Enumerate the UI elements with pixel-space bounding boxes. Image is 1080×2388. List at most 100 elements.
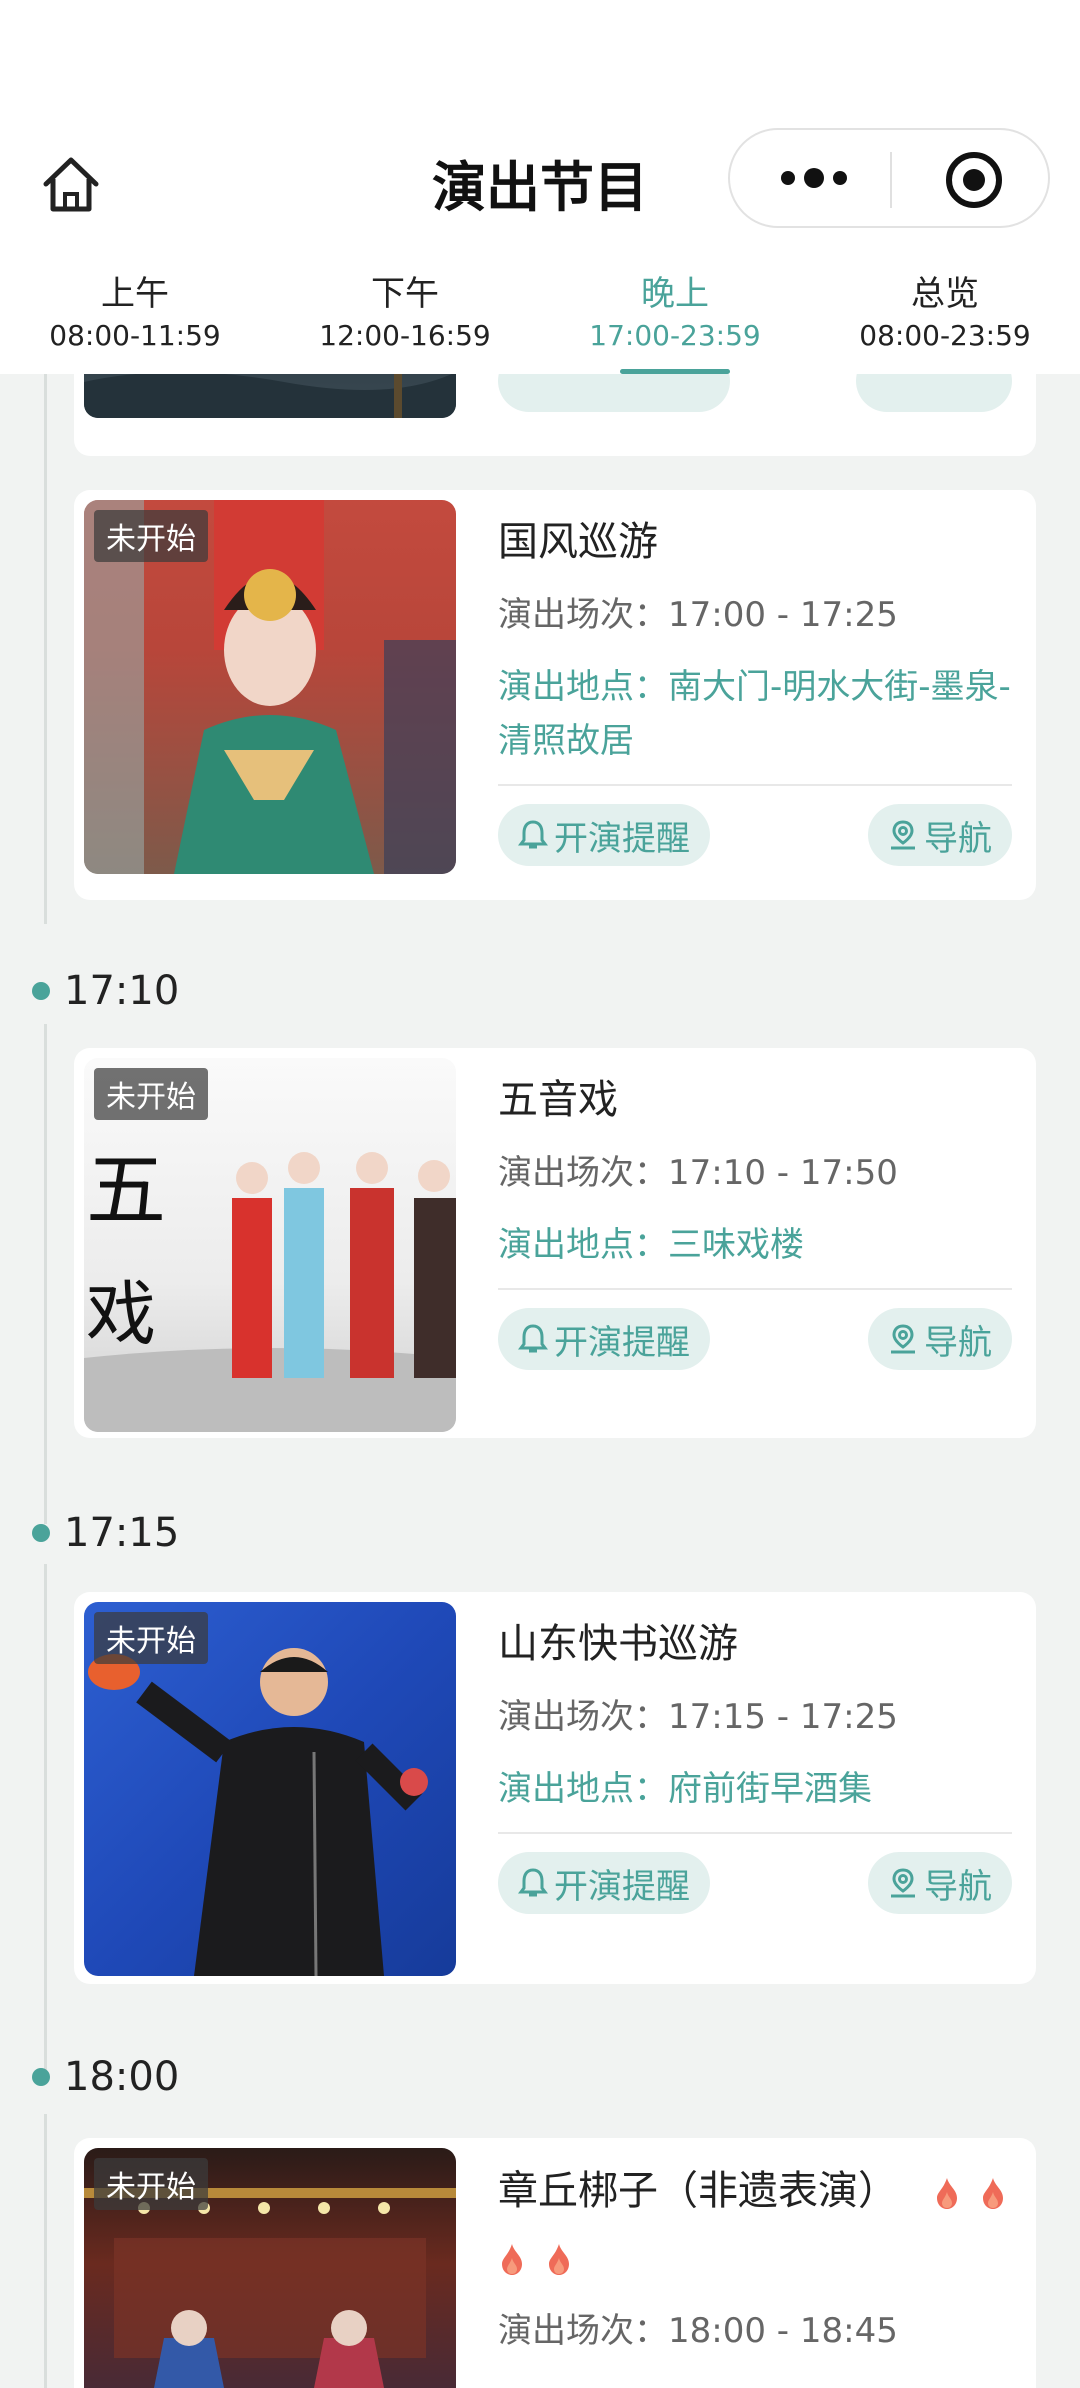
tab-morning[interactable]: 上午 08:00-11:59 — [0, 254, 270, 374]
session-time: 18:00 - 18:45 — [668, 2311, 898, 2351]
show-list[interactable]: 未开始 国风巡游 演出场次：17:00 - 17:25 演出地点：南大门-明水大… — [0, 254, 1080, 2388]
divider — [498, 784, 1012, 786]
status-bar-area — [0, 0, 1080, 120]
divider — [498, 1832, 1012, 1834]
show-card[interactable]: 未开始 国风巡游 演出场次：17:00 - 17:25 演出地点：南大门-明水大… — [74, 490, 1036, 900]
place-prefix: 演出地点： — [498, 1769, 668, 1809]
bell-icon — [518, 1324, 548, 1353]
time-group-label: 17:10 — [64, 968, 180, 1014]
close-target-icon[interactable] — [944, 150, 1004, 210]
show-title: 山东快书巡游 — [498, 1621, 738, 1667]
session-prefix: 演出场次： — [498, 2311, 668, 2351]
location-pin-icon — [891, 1324, 915, 1354]
place-name: 府前街早酒集 — [668, 1769, 872, 1809]
fire-icon — [548, 2244, 569, 2275]
tab-evening[interactable]: 晚上 17:00-23:59 — [540, 254, 810, 374]
remind-button[interactable]: 开演提醒 — [498, 1308, 710, 1370]
show-image: 未开始 — [84, 500, 456, 874]
show-image: 未开始 — [84, 2148, 456, 2388]
show-info: 五音戏 演出场次：17:10 - 17:50 演出地点：三味戏楼 开演提醒 导航 — [498, 1068, 1012, 1370]
tab-label: 总览 — [911, 274, 979, 314]
show-image: 五 戏 未开始 — [84, 1058, 456, 1432]
show-place: 演出地点：府前街早酒集 — [498, 1762, 1012, 1816]
session-time: 17:00 - 17:25 — [668, 595, 898, 635]
timeline-line — [44, 1024, 47, 1524]
timeline-dot — [32, 1524, 50, 1542]
tab-range: 08:00-23:59 — [859, 319, 1031, 352]
show-title: 章丘梆子（非遗表演） — [498, 2168, 898, 2214]
session-time: 17:10 - 17:50 — [668, 1153, 898, 1193]
navigation-bar: 演出节目 — [0, 120, 1080, 254]
time-group-label: 18:00 — [64, 2054, 180, 2100]
show-title: 国风巡游 — [498, 519, 658, 565]
tab-label: 晚上 — [641, 274, 709, 314]
time-group-label: 17:15 — [64, 1510, 180, 1556]
place-prefix: 演出地点： — [498, 1225, 668, 1265]
show-info: 山东快书巡游 演出场次：17:15 - 17:25 演出地点：府前街早酒集 开演… — [498, 1612, 1012, 1914]
show-image: 未开始 — [84, 1602, 456, 1976]
remind-label: 开演提醒 — [554, 1866, 690, 1907]
time-tabs: 上午 08:00-11:59 下午 12:00-16:59 晚上 17:00-2… — [0, 254, 1080, 374]
timeline-dot — [32, 2068, 50, 2086]
bell-icon — [518, 1868, 548, 1897]
capsule-divider — [890, 152, 892, 208]
timeline-line — [44, 2114, 47, 2388]
show-session: 演出场次：17:10 - 17:50 — [498, 1146, 1012, 1200]
status-badge: 未开始 — [94, 510, 208, 562]
tab-label: 上午 — [101, 274, 169, 314]
tab-range: 17:00-23:59 — [589, 319, 761, 352]
show-card[interactable]: 未开始 山东快书巡游 演出场次：17:15 - 17:25 演出地点：府前街早酒… — [74, 1592, 1036, 1984]
show-title-row: 章丘梆子（非遗表演） — [498, 2158, 1012, 2290]
fire-icon — [502, 2244, 522, 2275]
show-info: 国风巡游 演出场次：17:00 - 17:25 演出地点：南大门-明水大街-墨泉… — [498, 510, 1012, 866]
remind-button[interactable]: 开演提醒 — [498, 1852, 710, 1914]
fire-icon — [983, 2178, 1004, 2209]
navigate-label: 导航 — [924, 1322, 992, 1363]
tab-range: 12:00-16:59 — [319, 319, 491, 352]
show-card[interactable]: 未开始 章丘梆子（非遗表演） 演出场次：18:00 - 18:45 — [74, 2138, 1036, 2388]
show-session: 演出场次：17:15 - 17:25 — [498, 1690, 1012, 1744]
session-prefix: 演出场次： — [498, 595, 668, 635]
mini-program-capsule — [728, 128, 1050, 228]
status-badge: 未开始 — [94, 1068, 208, 1120]
remind-button[interactable]: 开演提醒 — [498, 804, 710, 866]
tab-range: 08:00-11:59 — [49, 319, 221, 352]
timeline-line — [44, 1564, 47, 2084]
session-time: 17:15 - 17:25 — [668, 1697, 898, 1737]
show-session: 演出场次：17:00 - 17:25 — [498, 588, 1012, 642]
navigate-label: 导航 — [924, 818, 992, 859]
status-badge: 未开始 — [94, 2158, 208, 2210]
navigate-button[interactable]: 导航 — [868, 1852, 1012, 1914]
place-prefix: 演出地点： — [498, 667, 668, 707]
navigate-button[interactable]: 导航 — [868, 804, 1012, 866]
location-pin-icon — [891, 820, 915, 850]
session-prefix: 演出场次： — [498, 1697, 668, 1737]
place-name: 三味戏楼 — [668, 1225, 804, 1265]
navigate-label: 导航 — [924, 1866, 992, 1907]
svg-text:五: 五 — [86, 1144, 166, 1237]
remind-label: 开演提醒 — [554, 1322, 690, 1363]
show-place: 演出地点：南大门-明水大街-墨泉-清照故居 — [498, 660, 1012, 768]
timeline-dot — [32, 982, 50, 1000]
remind-label: 开演提醒 — [554, 818, 690, 859]
bell-icon — [518, 820, 548, 849]
time-group-header: 17:15 — [32, 1508, 179, 1558]
time-group-header: 18:00 — [32, 2052, 179, 2102]
tab-label: 下午 — [371, 274, 439, 314]
show-place: 演出地点：三味戏楼 — [498, 1218, 1012, 1272]
show-session: 演出场次：18:00 - 18:45 — [498, 2304, 1012, 2358]
status-badge: 未开始 — [94, 1612, 208, 1664]
location-pin-icon — [891, 1868, 915, 1898]
svg-text:戏: 戏 — [86, 1273, 156, 1355]
show-card[interactable]: 五 戏 未开始 五音戏 演出场次：17:10 - 17:50 演出地点：三味戏楼 — [74, 1048, 1036, 1438]
time-group-header: 17:10 — [32, 966, 179, 1016]
show-info: 章丘梆子（非遗表演） 演出场次：18:00 - 18:45 — [498, 2158, 1012, 2358]
tab-overview[interactable]: 总览 08:00-23:59 — [810, 254, 1080, 374]
fire-icon — [936, 2178, 957, 2209]
navigate-button[interactable]: 导航 — [868, 1308, 1012, 1370]
session-prefix: 演出场次： — [498, 1153, 668, 1193]
tab-afternoon[interactable]: 下午 12:00-16:59 — [270, 254, 540, 374]
show-title: 五音戏 — [498, 1077, 618, 1123]
more-icon[interactable] — [774, 164, 854, 192]
divider — [498, 1288, 1012, 1290]
